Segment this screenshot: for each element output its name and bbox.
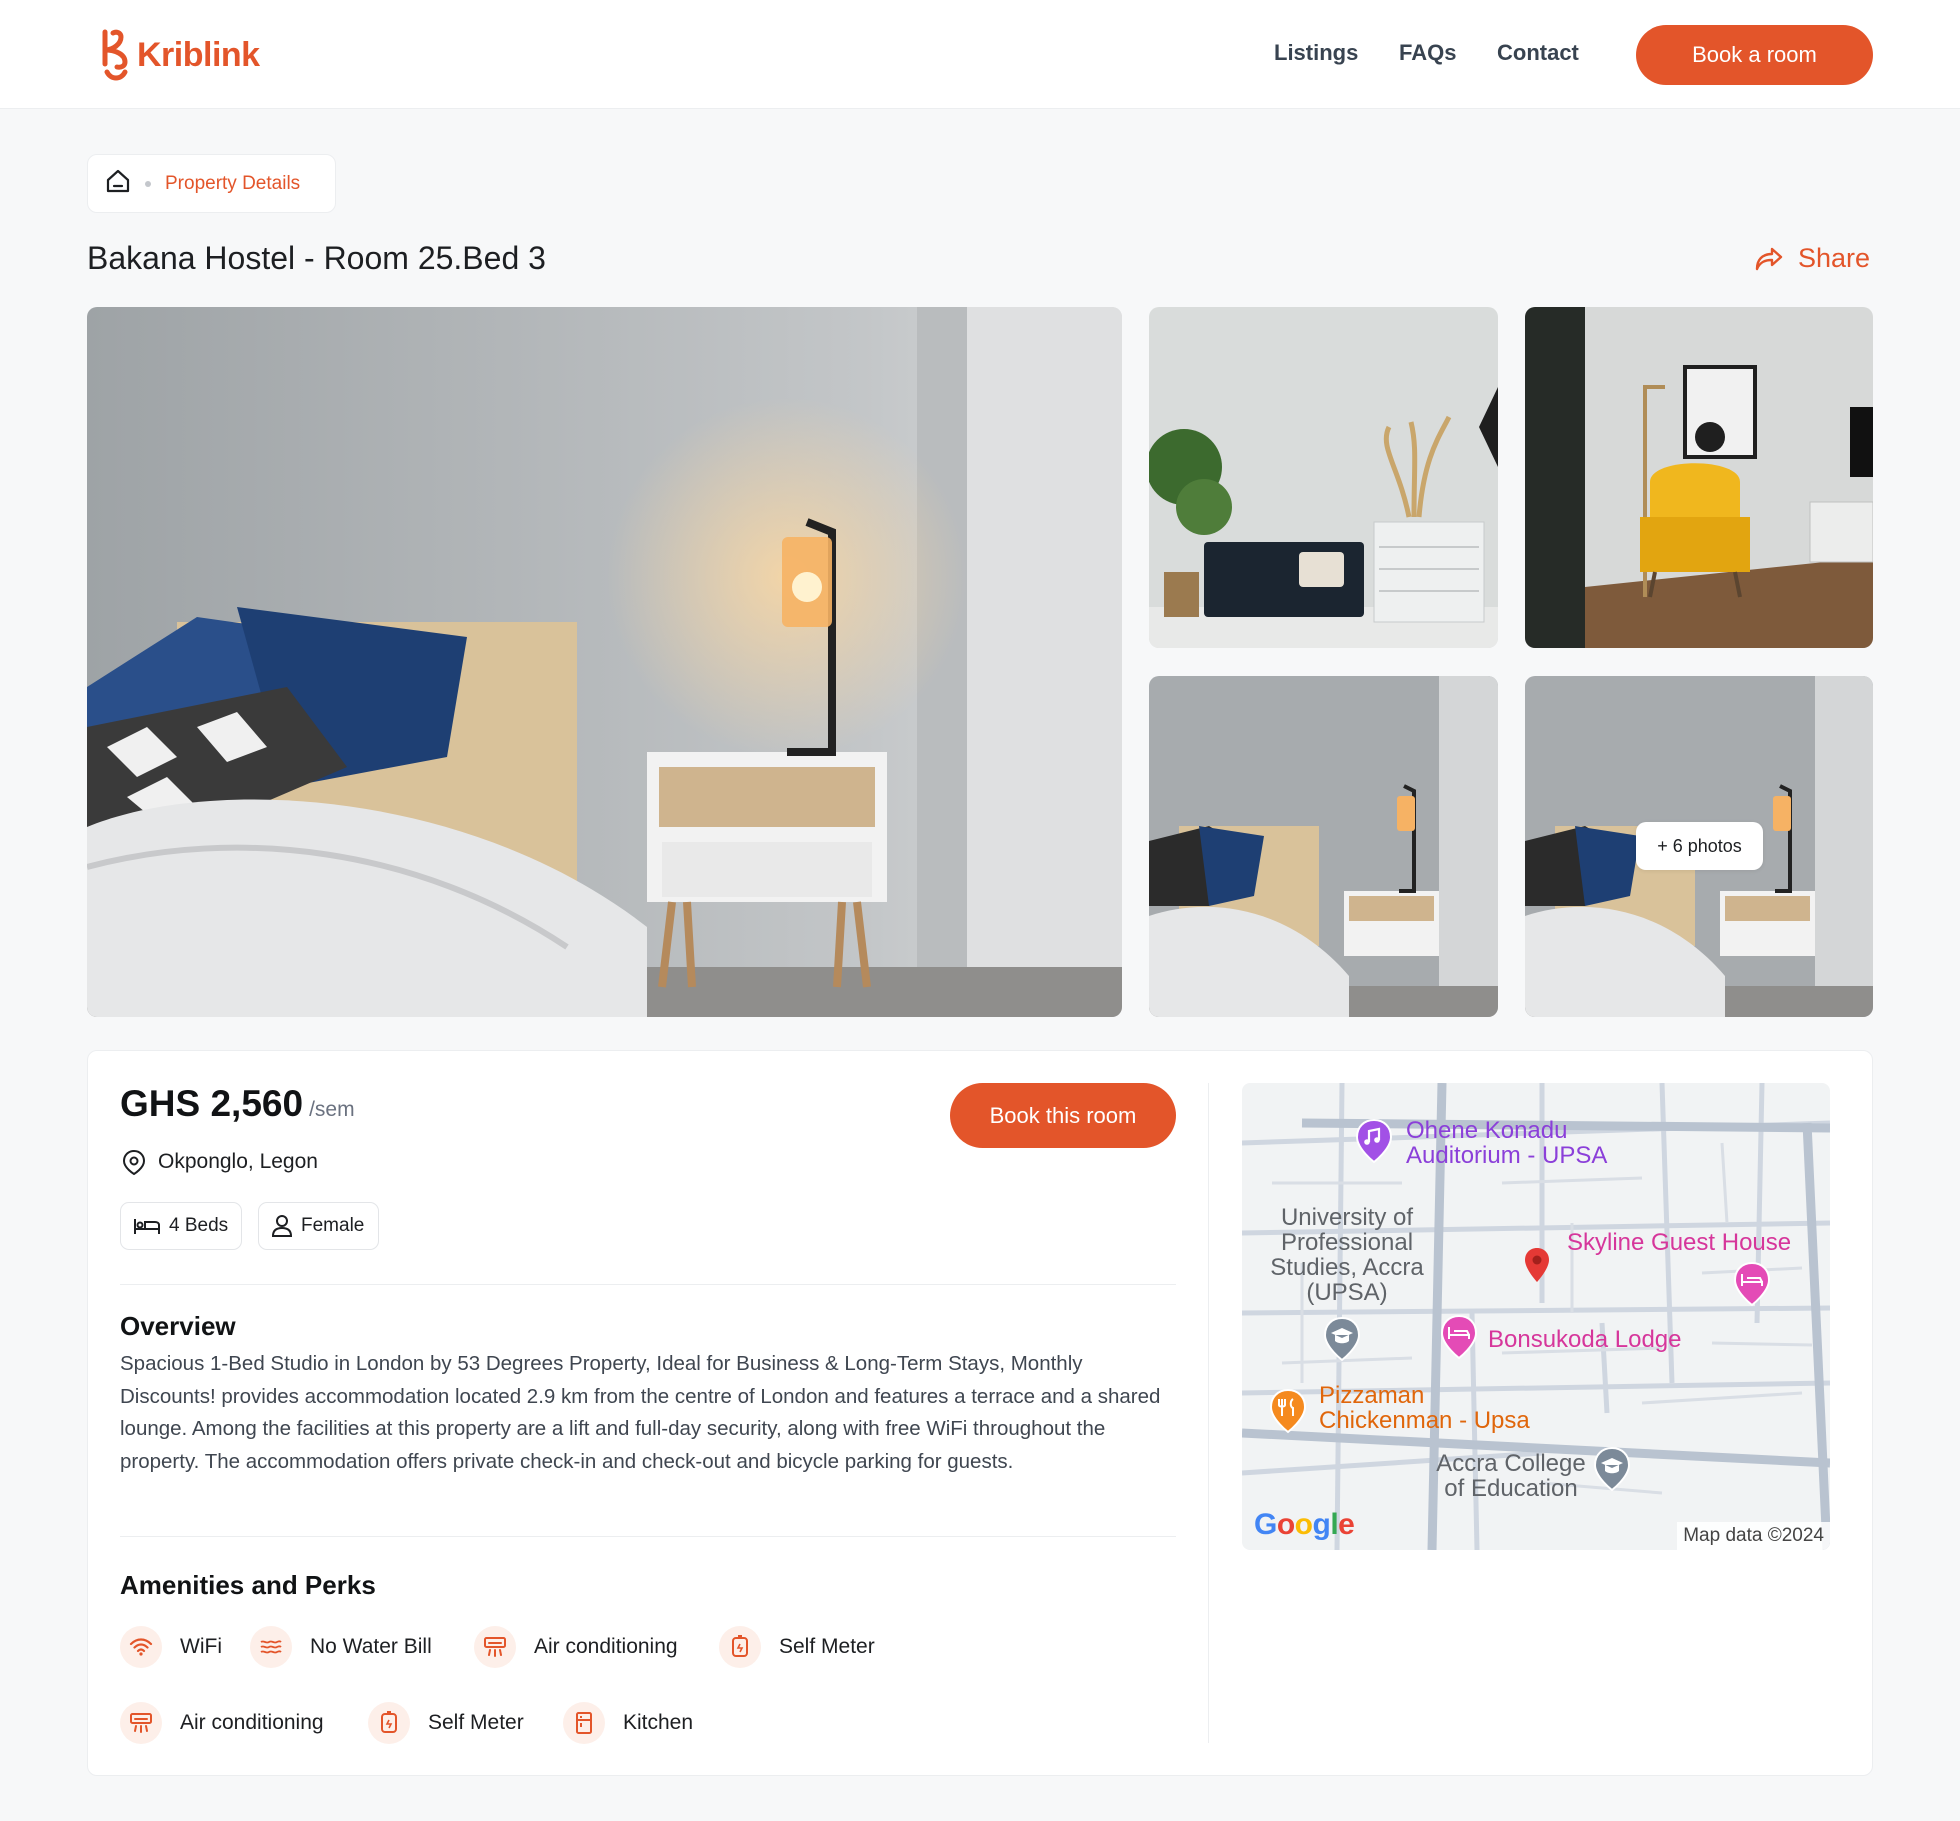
- amenity-label: Air conditioning: [180, 1711, 324, 1734]
- current-location-pin-icon[interactable]: [1524, 1247, 1550, 1283]
- location-pin-icon: [122, 1149, 146, 1176]
- user-icon: [271, 1215, 293, 1237]
- amenity-label: Air conditioning: [534, 1635, 678, 1658]
- lodging-pin-icon[interactable]: [1439, 1314, 1479, 1362]
- school-pin-icon[interactable]: [1592, 1446, 1632, 1494]
- overview-text: Spacious 1-Bed Studio in London by 53 De…: [120, 1352, 1161, 1473]
- book-this-room-button[interactable]: Book this room: [950, 1083, 1176, 1148]
- map-place-label: Accra College of Education: [1436, 1450, 1586, 1502]
- more-photos-button[interactable]: + 6 photos: [1636, 822, 1763, 870]
- meter-icon: [368, 1702, 410, 1744]
- amenity-label: No Water Bill: [310, 1635, 432, 1658]
- property-title: Bakana Hostel - Room 25.Bed 3: [87, 240, 546, 276]
- living-room-photo[interactable]: [1149, 307, 1498, 648]
- lodging-pin-icon[interactable]: [1732, 1261, 1772, 1309]
- map-place-label: Bonsukoda Lodge: [1488, 1326, 1682, 1353]
- map-attribution[interactable]: Map data ©2024: [1677, 1522, 1830, 1550]
- air-conditioner-icon: [120, 1702, 162, 1744]
- site-header: Kriblink Listings FAQs Contact Book a ro…: [0, 0, 1960, 109]
- amenity-self-meter: Self Meter: [368, 1702, 524, 1744]
- location: Okponglo, Legon: [120, 1148, 318, 1176]
- google-logo: Google: [1254, 1508, 1355, 1541]
- amenity-no-water-bill: No Water Bill: [250, 1626, 432, 1668]
- brand-name: Kriblink: [137, 35, 260, 74]
- location-map[interactable]: Ohene Konadu Auditorium - UPSA Universit…: [1242, 1083, 1830, 1550]
- amenities-heading: Amenities and Perks: [120, 1570, 376, 1600]
- meter-icon: [719, 1626, 761, 1668]
- breadcrumb-current: Property Details: [165, 172, 301, 194]
- air-conditioner-icon: [474, 1626, 516, 1668]
- map-place-label: Skyline Guest House: [1567, 1229, 1792, 1256]
- amenity-air-conditioning: Air conditioning: [474, 1626, 678, 1668]
- price-unit: /sem: [309, 1098, 355, 1121]
- map-place-label: Pizzaman Chickenman - Upsa: [1319, 1382, 1530, 1434]
- water-icon: [250, 1626, 292, 1668]
- divider: [120, 1536, 1176, 1537]
- location-text: Okponglo, Legon: [158, 1150, 318, 1173]
- amenity-label: Self Meter: [428, 1711, 524, 1734]
- nav-listings-link[interactable]: Listings: [1274, 40, 1358, 66]
- breadcrumb: Property Details: [87, 154, 336, 213]
- map-place-label: University of Professional Studies, Accr…: [1270, 1204, 1424, 1306]
- amenity-label: WiFi: [180, 1635, 222, 1658]
- restaurant-pin-icon[interactable]: [1268, 1388, 1308, 1436]
- main-room-photo[interactable]: [87, 307, 1122, 1017]
- divider: [120, 1284, 1176, 1285]
- share-icon: [1755, 247, 1783, 270]
- amenity-wifi: WiFi: [120, 1626, 222, 1668]
- book-a-room-button[interactable]: Book a room: [1636, 25, 1873, 85]
- amenity-self-meter: Self Meter: [719, 1626, 875, 1668]
- amenity-kitchen: Kitchen: [563, 1702, 693, 1744]
- armchair-room-photo[interactable]: [1525, 307, 1873, 648]
- amenity-label: Self Meter: [779, 1635, 875, 1658]
- kitchen-icon: [563, 1702, 605, 1744]
- amenity-air-conditioning: Air conditioning: [120, 1702, 324, 1744]
- nav-faqs-link[interactable]: FAQs: [1399, 40, 1456, 66]
- logo-mark-icon: [102, 29, 128, 81]
- share-button[interactable]: Share: [1754, 243, 1870, 274]
- column-divider: [1208, 1083, 1209, 1743]
- amenity-label: Kitchen: [623, 1711, 694, 1734]
- beds-label: 4 Beds: [169, 1215, 229, 1236]
- breadcrumb-separator: [145, 180, 151, 187]
- bed-icon: [134, 1219, 160, 1234]
- share-label: Share: [1798, 243, 1871, 273]
- brand-logo[interactable]: Kriblink: [99, 28, 260, 82]
- music-venue-pin-icon[interactable]: [1354, 1118, 1394, 1166]
- school-pin-icon[interactable]: [1322, 1316, 1362, 1364]
- gender-chip: Female: [258, 1202, 379, 1250]
- wifi-icon: [120, 1626, 162, 1668]
- price: GHS 2,560 /sem: [120, 1083, 355, 1125]
- nav-contact-link[interactable]: Contact: [1497, 40, 1579, 66]
- bedroom-photo-2[interactable]: [1149, 676, 1498, 1017]
- map-place-label: Ohene Konadu Auditorium - UPSA: [1406, 1117, 1608, 1169]
- price-amount: GHS 2,560: [120, 1083, 304, 1124]
- home-icon[interactable]: [105, 168, 131, 199]
- overview-heading: Overview: [120, 1311, 236, 1341]
- gender-label: Female: [301, 1215, 365, 1236]
- beds-chip: 4 Beds: [120, 1202, 242, 1250]
